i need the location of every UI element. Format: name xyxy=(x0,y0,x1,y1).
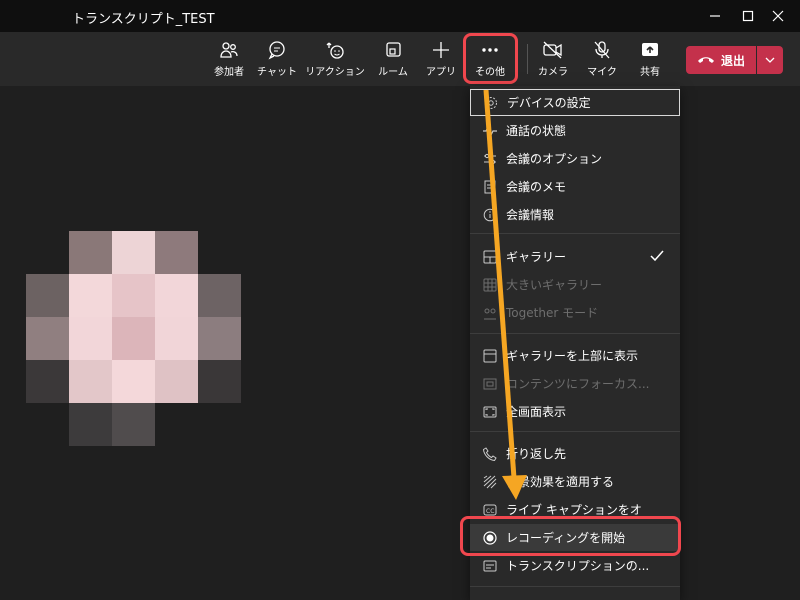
menu-divider xyxy=(470,431,680,432)
chat-icon xyxy=(268,41,285,60)
chevron-down-icon xyxy=(765,57,775,63)
together-icon xyxy=(484,308,496,319)
reaction-icon xyxy=(326,42,344,59)
minimize-button[interactable] xyxy=(700,4,730,28)
toolbar-share[interactable]: 共有 xyxy=(636,40,664,82)
toolbar-reactions[interactable]: リアクション xyxy=(305,40,365,82)
menu-item-label: コンテンツにフォーカス... xyxy=(506,377,650,391)
large-gallery-icon xyxy=(483,278,497,291)
menu-item-label: 全画面表示 xyxy=(506,405,567,419)
menu-item-label: 大きいギャラリー xyxy=(506,278,603,292)
menu-divider xyxy=(470,233,680,234)
transcript-icon xyxy=(483,560,497,571)
menu-item-transcription[interactable]: トランスクリプションの... xyxy=(470,552,680,579)
maximize-button[interactable] xyxy=(733,4,763,28)
pulse-icon xyxy=(483,125,497,136)
title-bar: トランスクリプト_TEST xyxy=(0,0,800,32)
menu-item-label: ギャラリーを上部に表示 xyxy=(506,349,639,363)
menu-item-together-mode: Together モード xyxy=(470,299,680,326)
maximize-icon xyxy=(742,10,754,22)
toolbar-label: アプリ xyxy=(426,67,456,78)
fullscreen-icon xyxy=(483,406,497,417)
menu-item-device-settings[interactable]: デバイスの設定 xyxy=(470,89,680,116)
menu-item-label: Together モード xyxy=(506,306,599,320)
more-button-highlight xyxy=(463,33,518,84)
plus-icon xyxy=(433,42,449,58)
menu-item-call-health[interactable]: 通話の状態 xyxy=(470,117,680,144)
menu-item-background-effects[interactable]: 背景効果を適用する xyxy=(470,468,680,495)
toolbar-label: ルーム xyxy=(378,67,408,78)
menu-item-label: トランスクリプションの... xyxy=(506,559,650,573)
info-icon xyxy=(483,208,497,221)
menu-item-fullscreen[interactable]: 全画面表示 xyxy=(470,398,680,425)
menu-item-label: 背景効果を適用する xyxy=(506,475,615,489)
toolbar-camera[interactable]: カメラ xyxy=(535,40,571,82)
close-icon xyxy=(772,10,784,22)
toolbar-mic[interactable]: マイク xyxy=(585,40,619,82)
close-window-button[interactable] xyxy=(763,4,793,28)
toolbar-rooms[interactable]: ルーム xyxy=(375,40,411,82)
toolbar-label: リアクション xyxy=(305,67,365,78)
menu-item-large-gallery: 大きいギャラリー xyxy=(470,271,680,298)
toolbar-label: マイク xyxy=(587,67,617,78)
toolbar-label: チャット xyxy=(257,67,297,78)
gear-icon xyxy=(485,96,497,109)
toolbar-divider xyxy=(527,44,528,74)
menu-item-label: 会議情報 xyxy=(506,208,555,222)
toolbar-label: カメラ xyxy=(538,67,568,78)
people-icon xyxy=(220,42,238,58)
toolbar-label: 共有 xyxy=(640,67,660,78)
menu-item-label: 会議のメモ xyxy=(506,180,567,194)
menu-item-gallery-top[interactable]: ギャラリーを上部に表示 xyxy=(470,342,680,369)
menu-divider xyxy=(470,586,680,587)
gallery-icon xyxy=(483,250,497,263)
svg-text:CC: CC xyxy=(486,508,494,515)
focus-icon xyxy=(483,378,497,389)
hang-up-icon xyxy=(697,57,714,63)
menu-item-focus-content: コンテンツにフォーカス... xyxy=(470,370,680,397)
menu-item-label: 会議のオプション xyxy=(506,152,603,166)
toolbar-chat[interactable]: チャット xyxy=(255,40,299,82)
toolbar-participants[interactable]: 参加者 xyxy=(211,40,247,82)
recording-highlight xyxy=(460,516,681,556)
menu-item-label: ギャラリー xyxy=(506,250,567,264)
menu-item-label: 通話の状態 xyxy=(506,124,567,138)
checkmark-icon xyxy=(650,250,664,262)
notes-icon xyxy=(484,180,496,193)
gallery-top-icon xyxy=(483,349,497,362)
leave-options-button[interactable] xyxy=(757,46,783,74)
share-icon xyxy=(642,43,658,56)
meeting-toolbar: 参加者 チャット リアクション ルーム アプリ その他 カメラ マイク 共有 xyxy=(0,32,800,86)
camera-off-icon xyxy=(543,41,562,59)
leave-label: 退出 xyxy=(720,53,745,68)
menu-item-label: 折り返し先 xyxy=(506,447,567,461)
menu-item-meeting-notes[interactable]: 会議のメモ xyxy=(470,173,680,200)
background-icon xyxy=(483,475,497,488)
menu-divider xyxy=(470,333,680,334)
minimize-icon xyxy=(710,15,720,17)
cc-icon: CC xyxy=(483,504,497,515)
leave-button[interactable]: 退出 xyxy=(686,46,756,74)
menu-item-meeting-info[interactable]: 会議情報 xyxy=(470,201,680,228)
window-title: トランスクリプト_TEST xyxy=(72,12,215,27)
menu-item-label: デバイスの設定 xyxy=(507,96,591,110)
options-icon xyxy=(484,153,496,164)
menu-item-gallery[interactable]: ギャラリー xyxy=(470,243,680,270)
menu-item-call-me-at[interactable]: 折り返し先 xyxy=(470,440,680,467)
phone-icon xyxy=(483,446,497,461)
mic-off-icon xyxy=(594,41,610,59)
toolbar-label: 参加者 xyxy=(214,67,244,78)
rooms-icon xyxy=(386,42,401,57)
menu-item-meeting-options[interactable]: 会議のオプション xyxy=(470,145,680,172)
toolbar-apps[interactable]: アプリ xyxy=(425,40,457,82)
